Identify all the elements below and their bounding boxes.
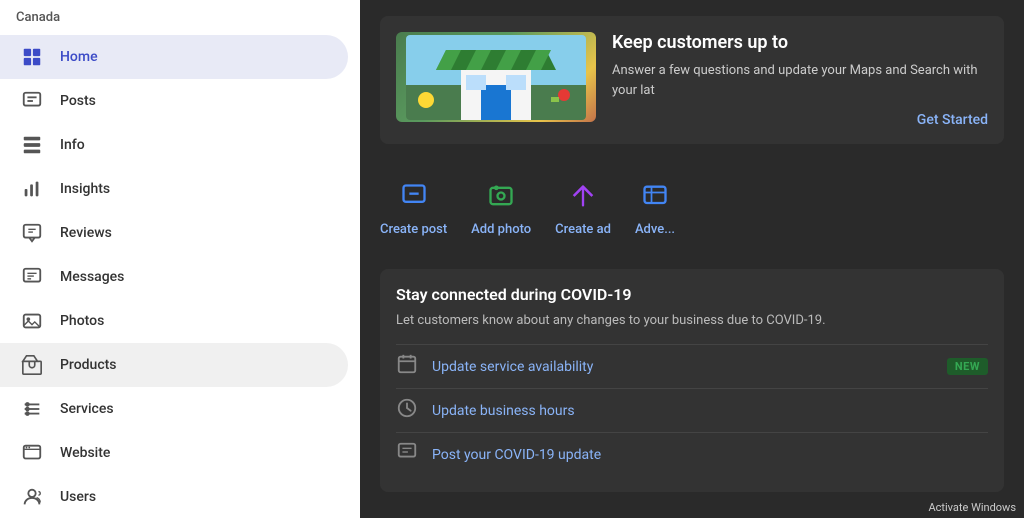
posts-icon [20,89,44,113]
get-started-button[interactable]: Get Started [917,112,988,128]
covid-desc: Let customers know about any changes to … [396,312,988,330]
sidebar-item-reviews[interactable]: Reviews [0,211,348,255]
sidebar-item-label-home: Home [60,49,98,65]
create-post-icon [394,176,434,216]
create-ad-label: Create ad [555,222,611,237]
covid-item-hours: Update business hours [396,388,988,432]
sidebar-item-label-messages: Messages [60,269,124,285]
sidebar-item-users[interactable]: Users [0,475,348,518]
products-icon [20,353,44,377]
activate-windows-text: Activate Windows [928,501,1016,514]
sidebar-item-posts[interactable]: Posts [0,79,348,123]
sidebar-item-label-services: Services [60,401,114,417]
sidebar-item-label-insights: Insights [60,181,110,197]
covid-section: Stay connected during COVID-19 Let custo… [380,269,1004,492]
banner-title: Keep customers up to [612,32,988,53]
actions-row: Create post Add photo [380,164,1004,249]
add-photo-icon [481,176,521,216]
messages-icon [20,265,44,289]
sidebar-item-label-users: Users [60,489,96,505]
create-ad-button[interactable]: Create ad [555,176,611,237]
photos-icon [20,309,44,333]
sidebar-item-home[interactable]: Home [0,35,348,79]
reviews-icon [20,221,44,245]
covid-title: Stay connected during COVID-19 [396,285,988,304]
sidebar-item-label-photos: Photos [60,313,104,329]
banner-section: Keep customers up to Answer a few questi… [380,16,1004,144]
main-content: Keep customers up to Answer a few questi… [360,0,1024,518]
sidebar-item-products[interactable]: Products [0,343,348,387]
sidebar-item-insights[interactable]: Insights [0,167,348,211]
calendar-icon [396,353,420,380]
banner-desc: Answer a few questions and update your M… [612,61,988,100]
sidebar-header: Canada [0,4,360,35]
sidebar-item-info[interactable]: Info [0,123,348,167]
info-icon [20,133,44,157]
clock-icon [396,397,420,424]
add-photo-label: Add photo [471,222,531,237]
create-post-label: Create post [380,222,447,237]
add-photo-button[interactable]: Add photo [471,176,531,237]
create-post-button[interactable]: Create post [380,176,447,237]
banner-text: Keep customers up to Answer a few questi… [612,32,988,128]
users-icon [20,485,44,509]
sidebar-item-label-posts: Posts [60,93,96,109]
sidebar-item-label-products: Products [60,357,117,373]
sidebar-item-label-reviews: Reviews [60,225,112,241]
update-service-link[interactable]: Update service availability [432,359,935,375]
sidebar-item-label-info: Info [60,137,85,153]
website-icon [20,441,44,465]
sidebar: Canada Home Posts [0,0,360,518]
sidebar-item-services[interactable]: Services [0,387,348,431]
home-icon [20,45,44,69]
post-icon [396,441,420,468]
sidebar-item-messages[interactable]: Messages [0,255,348,299]
advertise-icon [635,176,675,216]
update-hours-link[interactable]: Update business hours [432,403,988,419]
advertise-button[interactable]: Adve... [635,176,675,237]
covid-item-post: Post your COVID-19 update [396,432,988,476]
sidebar-item-photos[interactable]: Photos [0,299,348,343]
insights-icon [20,177,44,201]
sidebar-item-label-website: Website [60,445,110,461]
post-covid-link[interactable]: Post your COVID-19 update [432,447,988,463]
services-icon [20,397,44,421]
covid-item-service: Update service availability NEW [396,344,988,388]
sidebar-item-website[interactable]: Website [0,431,348,475]
new-badge: NEW [947,358,988,375]
create-ad-icon [563,176,603,216]
advertise-label: Adve... [635,222,675,237]
banner-image [396,32,596,122]
